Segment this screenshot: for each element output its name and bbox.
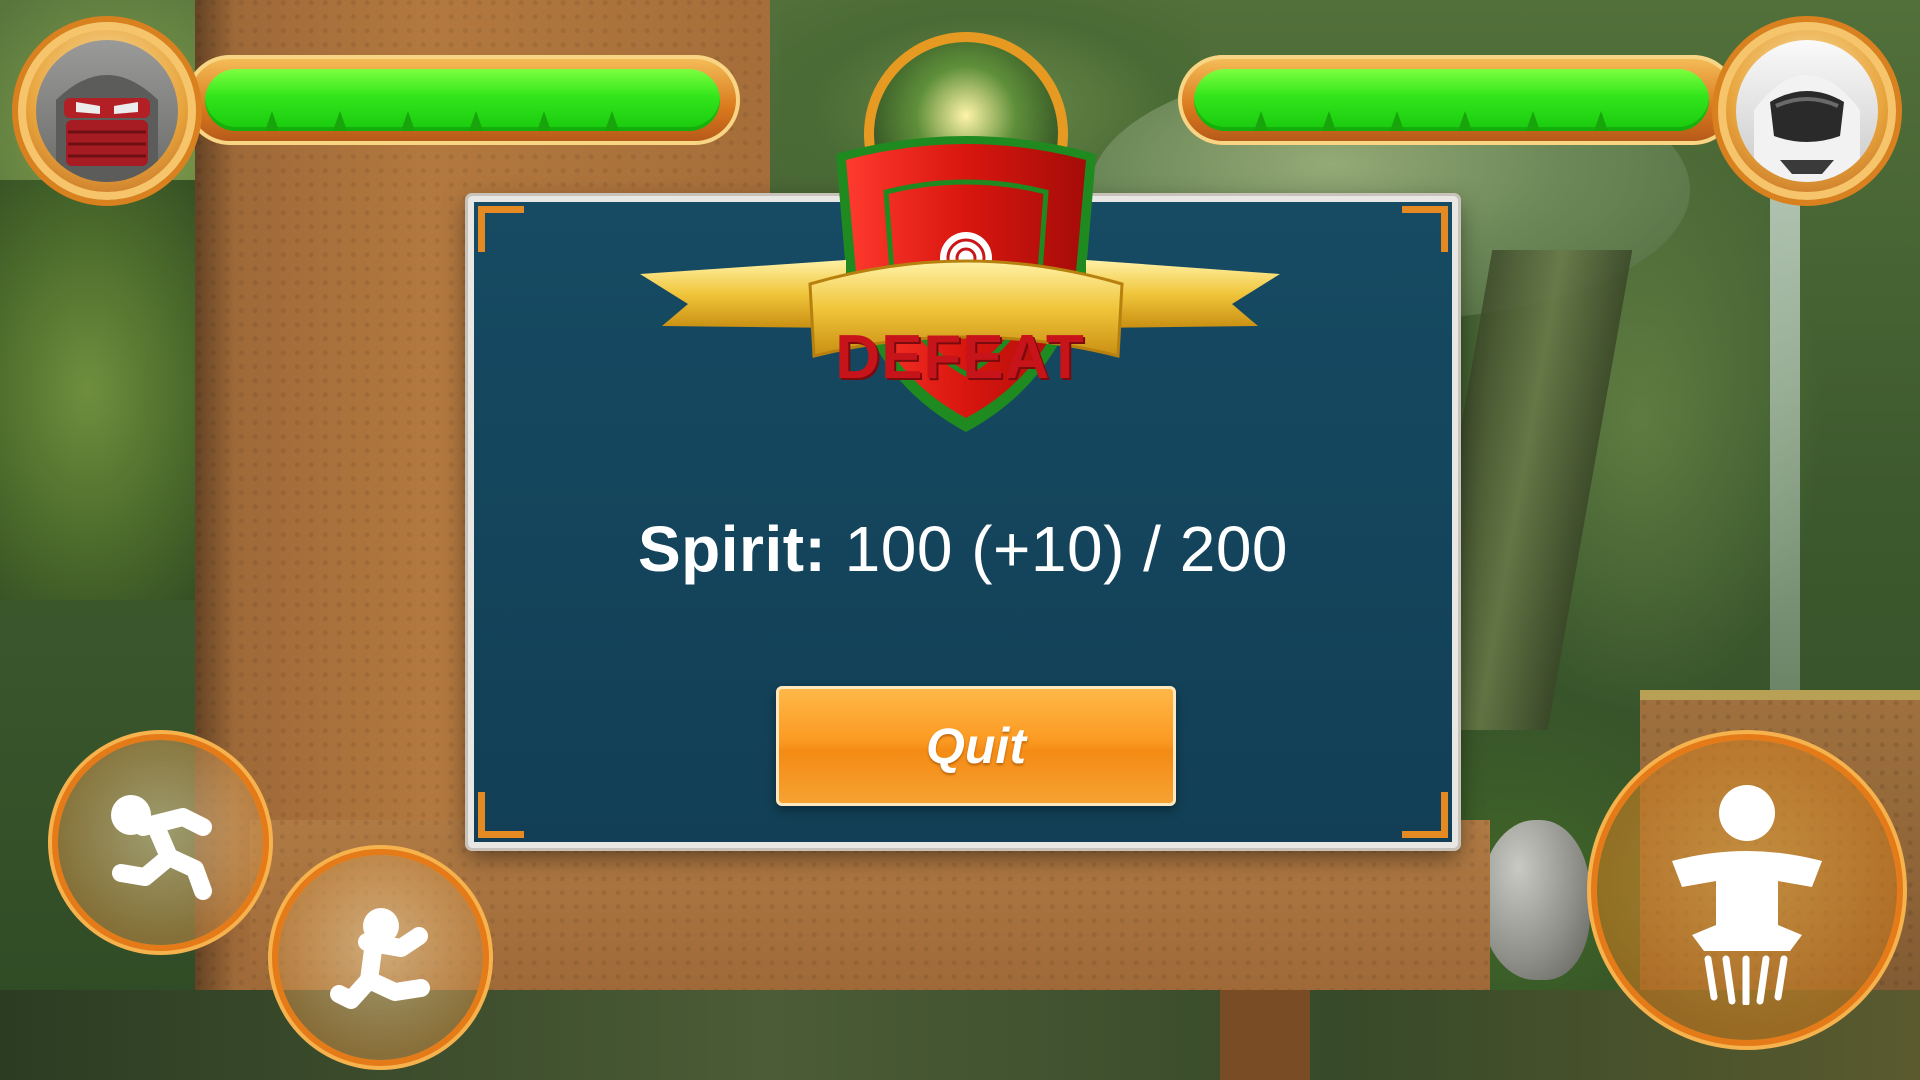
dirt-pillar — [1220, 990, 1310, 1080]
jumping-figure-icon — [1672, 785, 1822, 1005]
corner-ornament — [478, 206, 524, 252]
running-figure-icon — [110, 794, 212, 900]
white-ninja-icon — [1736, 40, 1878, 182]
corner-ornament — [1402, 792, 1448, 838]
defeat-emblem: DEFEAT — [640, 22, 1280, 442]
spirit-value: 100 (+10) / 200 — [844, 513, 1289, 585]
quit-button[interactable]: Quit — [776, 686, 1176, 806]
enemy-avatar — [1718, 22, 1896, 200]
roll-button[interactable] — [278, 855, 483, 1060]
red-ninja-icon — [36, 40, 178, 182]
jump-button[interactable] — [1597, 740, 1897, 1040]
corner-ornament — [1402, 206, 1448, 252]
corner-ornament — [478, 792, 524, 838]
defeat-banner-text: DEFEAT — [835, 323, 1085, 392]
player-avatar — [18, 22, 196, 200]
foliage-left — [0, 180, 220, 600]
spirit-readout: Spirit: 100 (+10) / 200 — [474, 512, 1452, 586]
spirit-label: Spirit: — [637, 513, 827, 585]
rolling-figure-icon — [329, 907, 430, 1009]
boulder — [1480, 820, 1590, 980]
run-button[interactable] — [58, 740, 263, 945]
waterfall — [1770, 180, 1800, 700]
